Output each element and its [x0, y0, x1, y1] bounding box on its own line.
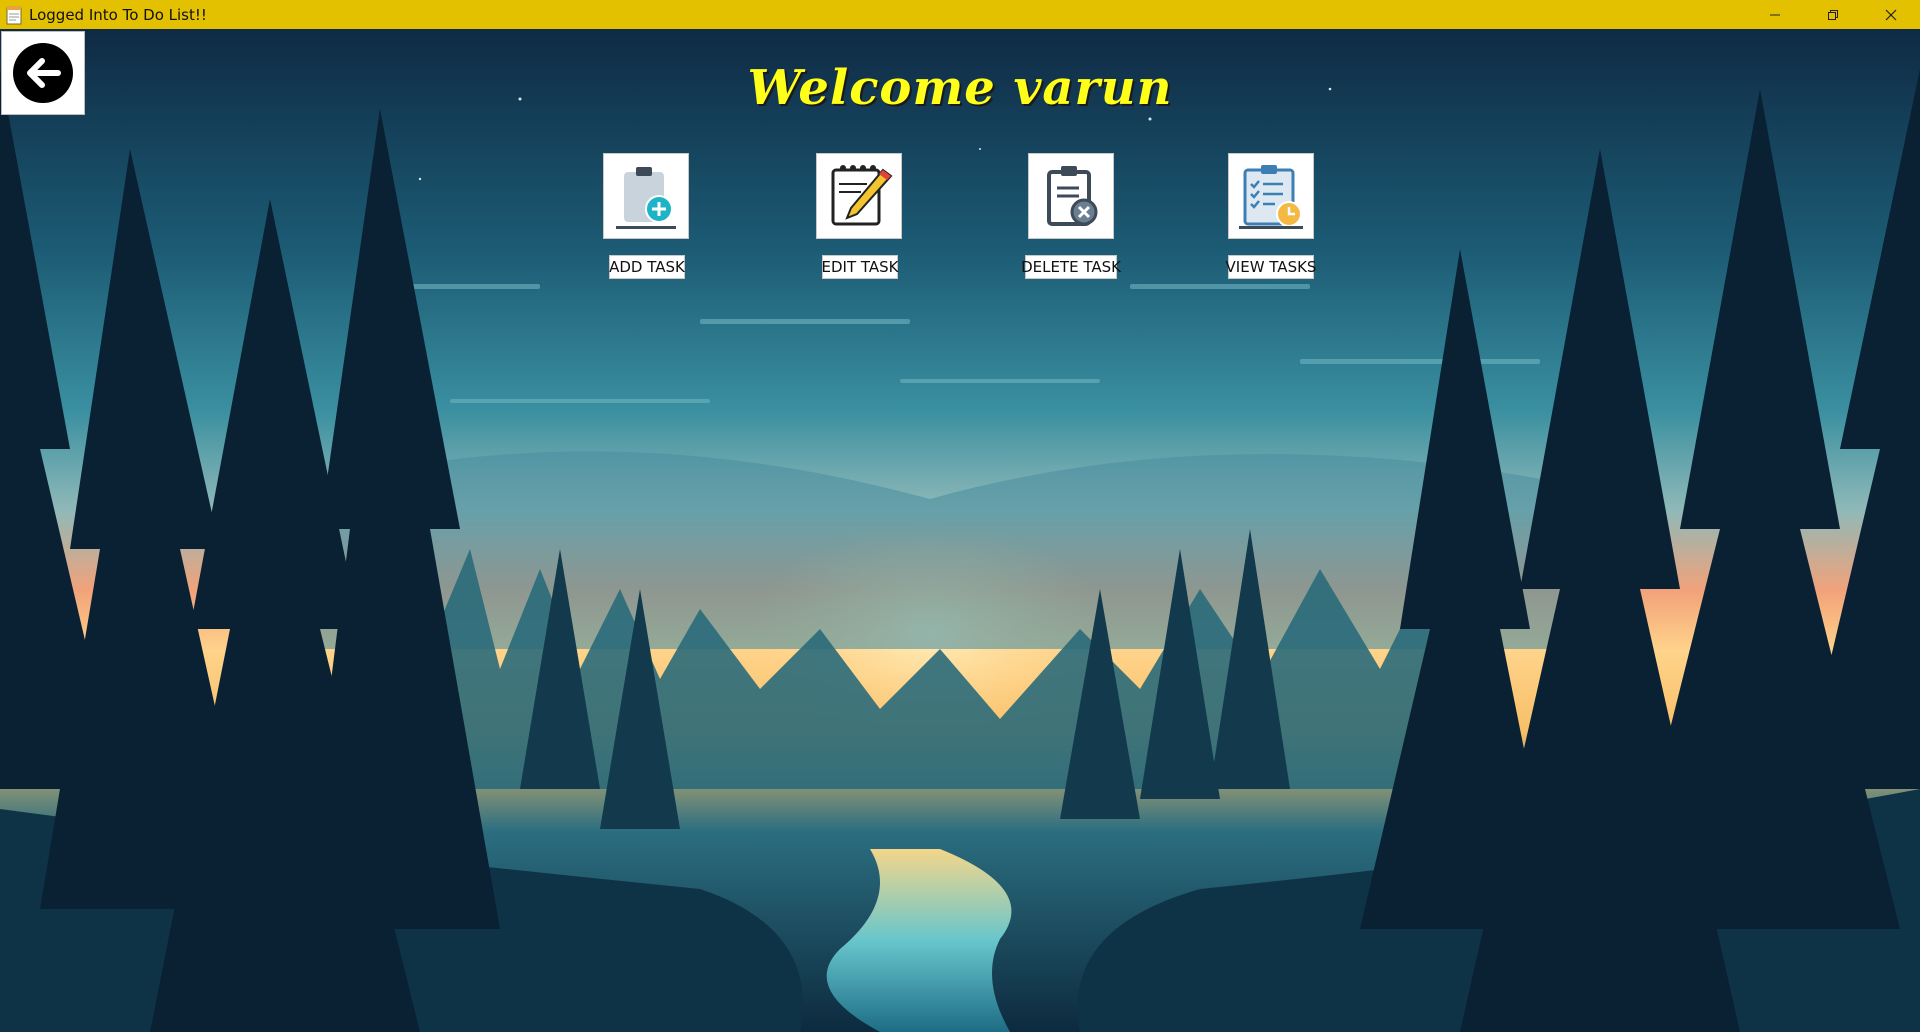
view-tasks-button[interactable]: [1228, 153, 1314, 239]
restore-icon: [1828, 9, 1838, 20]
notepad-pencil-icon: [831, 165, 893, 226]
minimize-icon: [1770, 14, 1780, 15]
delete-task-button[interactable]: [1028, 153, 1114, 239]
window-title: Logged Into To Do List!!: [29, 5, 207, 24]
view-tasks-label[interactable]: VIEW TASKS: [1226, 255, 1316, 279]
forest-background: [0, 29, 1920, 1032]
title-bar: Logged Into To Do List!!: [0, 0, 1920, 29]
notepad-icon: [4, 5, 24, 25]
app-window: Logged Into To Do List!! Welcome varun A…: [0, 0, 1920, 1032]
edit-task-button[interactable]: [816, 153, 902, 239]
add-task-label[interactable]: ADD TASK: [609, 255, 685, 279]
restore-button[interactable]: [1804, 0, 1862, 29]
window-controls: [1746, 0, 1920, 29]
delete-task-label[interactable]: DELETE TASK: [1021, 255, 1121, 279]
close-icon: [1885, 9, 1897, 20]
clipboard-add-icon: [616, 167, 676, 229]
close-button[interactable]: [1862, 0, 1920, 29]
edit-task-label[interactable]: EDIT TASK: [822, 255, 899, 279]
clipboard-checklist-clock-icon: [1239, 165, 1303, 229]
clipboard-delete-icon: [1047, 166, 1098, 226]
minimize-button[interactable]: [1746, 0, 1804, 29]
welcome-heading: Welcome varun: [747, 60, 1173, 116]
add-task-button[interactable]: [603, 153, 689, 239]
